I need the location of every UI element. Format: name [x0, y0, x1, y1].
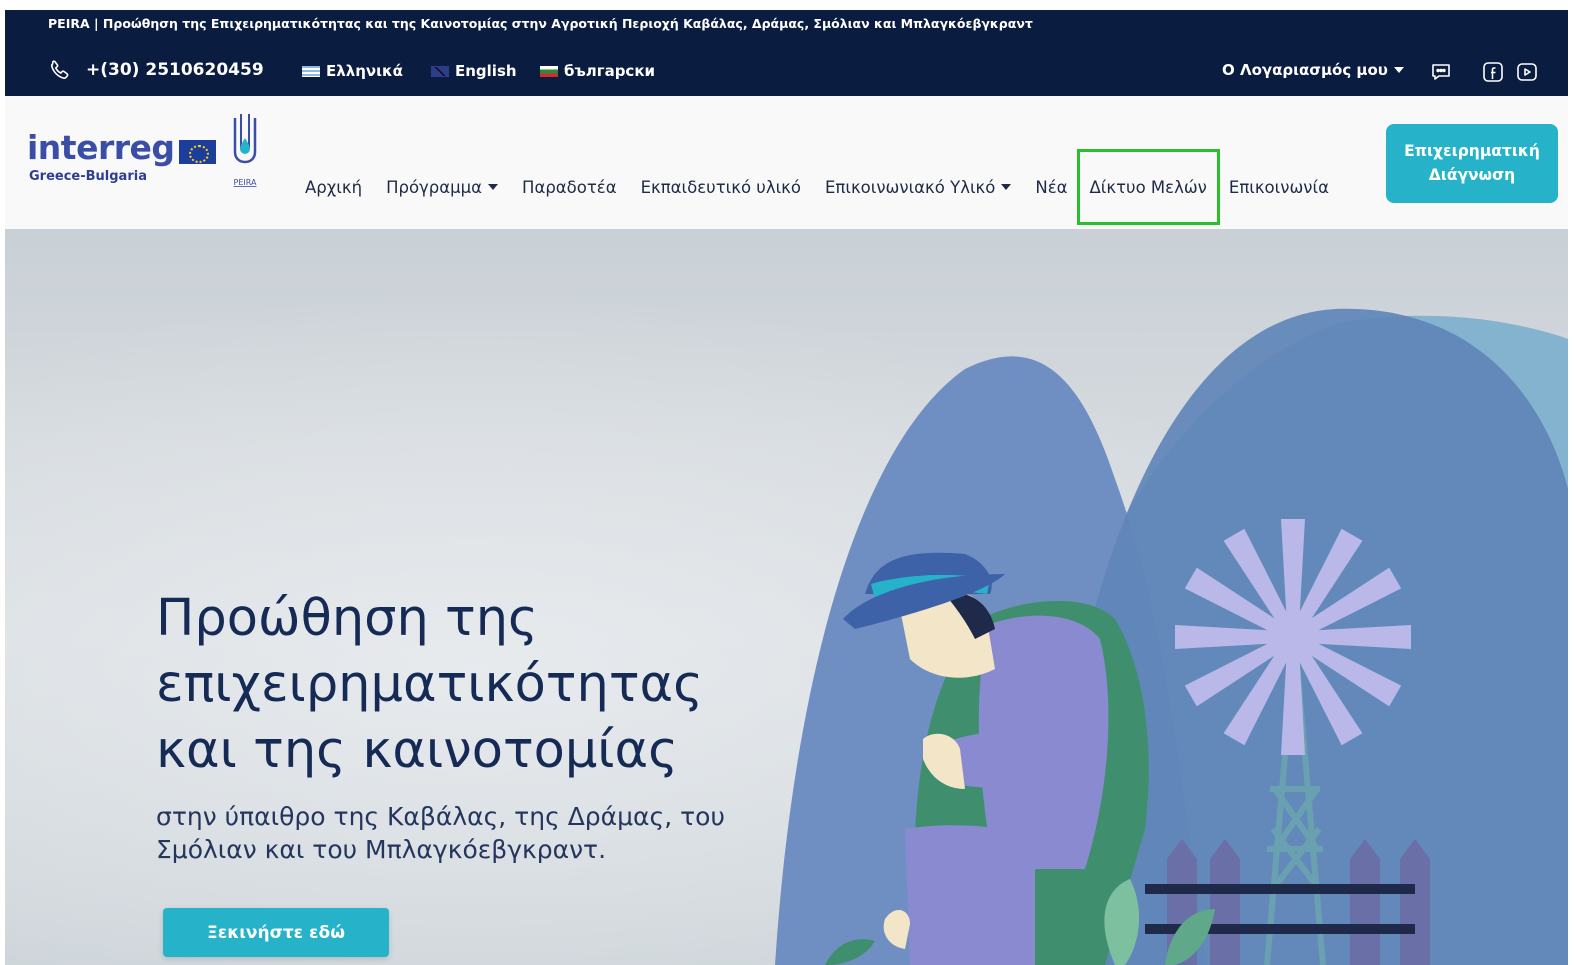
caret-down-icon [1001, 184, 1012, 190]
account-label: Ο Λογαριασμός μου [1222, 61, 1388, 79]
chat-icon[interactable] [1429, 60, 1453, 84]
business-diagnosis-button[interactable]: Επιχειρηματική Διάγνωση [1386, 124, 1558, 203]
lang-english[interactable]: English [431, 62, 517, 80]
peira-drop-icon: PEIRA [234, 114, 257, 187]
caret-down-icon [1393, 67, 1404, 73]
lang-greek[interactable]: Ελληνικά [302, 62, 403, 80]
phone-icon [50, 60, 69, 80]
phone-link[interactable]: +(30) 2510620459 [48, 58, 264, 82]
hero-title: Προώθηση της επιχειρηματικότητας και της… [156, 589, 704, 780]
nav-contact[interactable]: Επικοινωνία [1217, 173, 1341, 201]
lang-english-label: English [455, 62, 517, 80]
logo-wordmark: interreg [27, 128, 175, 167]
logo-project-mark: PEIRA [234, 178, 257, 187]
nav-communication-material[interactable]: Επικοινωνιακό Υλικό [813, 173, 1023, 201]
nav-communication-material-label: Επικοινωνιακό Υλικό [825, 177, 996, 197]
greece-flag-icon [302, 65, 320, 77]
nav-educational-material-label: Εκπαιδευτικό υλικό [640, 177, 801, 197]
site-header: interreg Greece-Bulgaria PEIRA Αρχική Πρ… [5, 96, 1568, 229]
lang-bulgarian[interactable]: български [540, 62, 655, 80]
hero-subtitle: στην ύπαιθρο της Καβάλας, της Δράμας, το… [156, 802, 725, 864]
logo-region: Greece-Bulgaria [29, 169, 147, 184]
nav-members-network[interactable]: Δίκτυο Μελών [1076, 149, 1220, 225]
uk-flag-icon [431, 65, 449, 77]
phone-number: +(30) 2510620459 [86, 60, 264, 80]
nav-program[interactable]: Πρόγραμμα [374, 173, 510, 201]
caret-down-icon [488, 184, 499, 190]
nav-contact-label: Επικοινωνία [1228, 177, 1329, 197]
hero-section: Προώθηση της επιχειρηματικότητας και της… [5, 229, 1568, 965]
nav-deliverables[interactable]: Παραδοτέα [510, 173, 629, 201]
nav-educational-material[interactable]: Εκπαιδευτικό υλικό [629, 173, 813, 201]
site-logo[interactable]: interreg Greece-Bulgaria PEIRA [27, 112, 267, 192]
nav-home-label: Αρχική [305, 177, 363, 197]
nav-home[interactable]: Αρχική [293, 173, 374, 201]
account-menu[interactable]: Ο Λογαριασμός μου [1222, 61, 1404, 79]
bulgaria-flag-icon [540, 65, 558, 77]
nav-news-label: Νέα [1035, 177, 1068, 197]
lang-bulgarian-label: български [564, 62, 656, 80]
get-started-button[interactable]: Ξεκινήστε εδώ [163, 908, 389, 957]
nav-news[interactable]: Νέα [1023, 173, 1079, 201]
page: PEIRA | Προώθηση της Επιχειρηματικότητας… [5, 10, 1568, 965]
top-bar: PEIRA | Προώθηση της Επιχειρηματικότητας… [5, 10, 1568, 96]
nav-deliverables-label: Παραδοτέα [522, 177, 617, 197]
main-nav: Αρχική Πρόγραμμα Παραδοτέα Εκπαιδευτικό … [293, 149, 1341, 225]
eu-flag-icon [179, 140, 216, 164]
facebook-icon[interactable] [1481, 60, 1505, 84]
youtube-icon[interactable] [1515, 60, 1539, 84]
nav-program-label: Πρόγραμμα [386, 177, 483, 197]
lang-greek-label: Ελληνικά [326, 62, 403, 80]
nav-members-network-label: Δίκτυο Μελών [1089, 177, 1207, 197]
site-tagline: PEIRA | Προώθηση της Επιχειρηματικότητας… [48, 16, 1033, 31]
